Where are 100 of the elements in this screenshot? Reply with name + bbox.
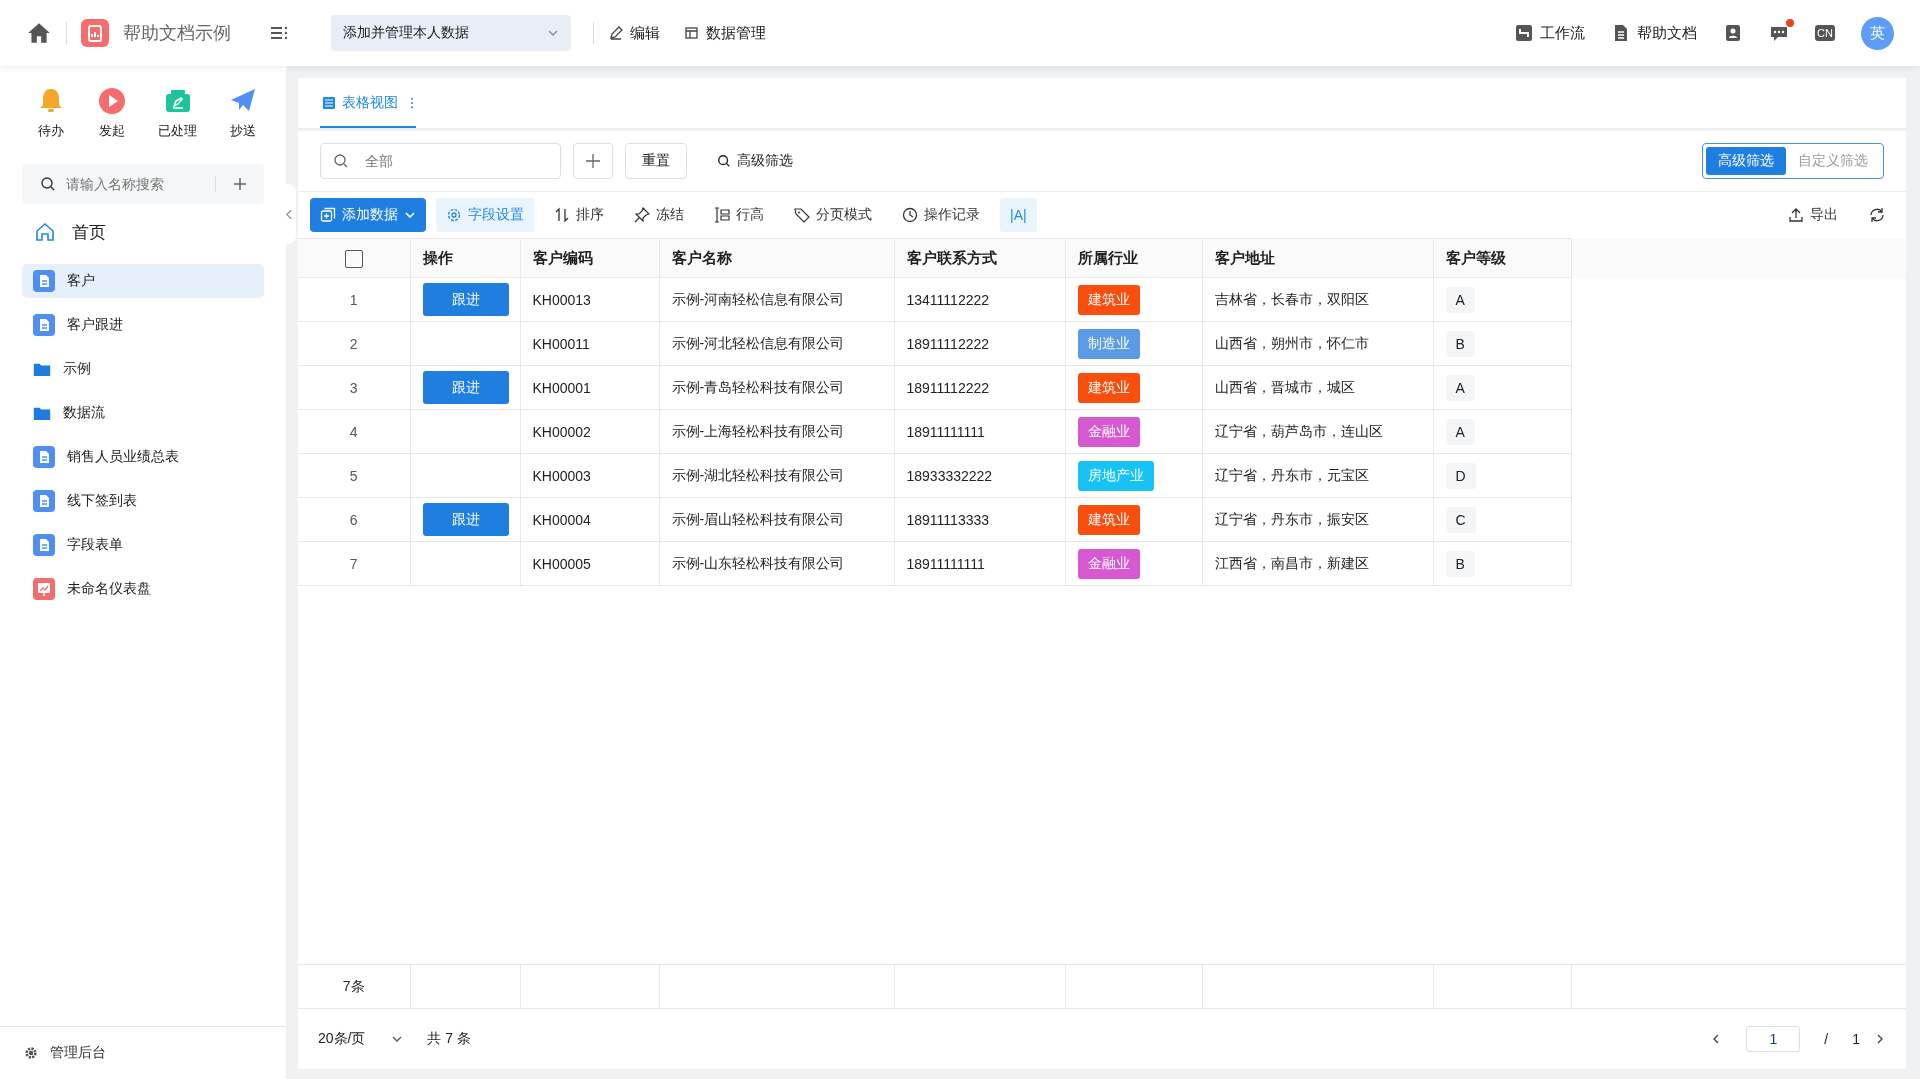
row-number: 5 [349,467,358,484]
table-cell: 示例-上海轻松科技有限公司 [671,422,845,439]
filter-mode-option[interactable]: 高级筛选 [1706,147,1786,175]
toolbar-button[interactable]: 操作记录 [892,198,990,232]
nav-item[interactable]: 线下签到表 [22,484,264,518]
table-cell: 示例-山东轻松科技有限公司 [671,554,845,571]
export-button[interactable]: 导出 [1778,198,1848,232]
search-box[interactable]: 全部 [320,143,561,179]
follow-up-button[interactable]: 跟进 [422,283,509,316]
clock-icon [902,207,918,223]
table-cell: 18933332222 [906,467,993,484]
nav-item[interactable]: 客户跟进 [22,308,264,342]
grade-tag: A [1445,374,1475,401]
add-filter-button[interactable] [573,143,613,179]
row-number: 7 [349,555,358,572]
quick-action[interactable]: 已处理 [158,86,197,140]
table-cell: 山西省，晋城市，城区 [1214,378,1355,395]
view-tab[interactable]: 表格视图 [320,80,416,128]
row-number: 3 [349,379,358,396]
play-icon [97,86,127,116]
total-count: 共 7 条 [427,1030,472,1048]
industry-tag: 建筑业 [1077,372,1140,403]
workflow-link[interactable]: 工作流 [1514,23,1586,43]
page-input[interactable]: 1 [1746,1026,1801,1052]
industry-tag: 建筑业 [1077,284,1140,315]
table-cell: KH00011 [532,335,590,352]
search-input[interactable]: 请输入名称搜索 [64,175,207,193]
workflow-icon [1514,23,1535,43]
nav-item[interactable]: 示例 [22,352,264,386]
follow-up-button[interactable]: 跟进 [422,371,509,404]
follow-up-button[interactable]: 跟进 [422,503,509,536]
search-icon [717,154,731,168]
document-icon [33,314,55,336]
row-number: 6 [349,511,358,528]
document-icon [33,490,55,512]
table-cell: 18911112222 [906,335,990,352]
add-data-button[interactable]: 添加数据 [310,198,426,232]
quick-action[interactable]: 抄送 [228,86,258,140]
table-cell: KH00004 [532,511,591,528]
language-button[interactable]: CN [1815,25,1835,41]
nav-item[interactable]: 未命名仪表盘 [22,572,264,606]
app-logo-icon [81,19,109,47]
nav-item[interactable]: 数据流 [22,396,264,430]
chevron-down-icon [404,209,416,221]
table-cell: 辽宁省，丹东市，振安区 [1214,510,1369,527]
pencil-icon [608,25,624,41]
chart-screen-icon [33,578,55,600]
select-all-checkbox[interactable] [344,249,363,268]
table-cell: KH00001 [532,379,591,396]
add-icon[interactable] [232,176,248,192]
home-nav-item[interactable]: 首页 [22,210,264,254]
table-cell: KH00002 [532,423,591,440]
column-header: 客户等级 [1445,248,1506,266]
quick-action[interactable]: 发起 [97,86,127,140]
admin-link[interactable]: 管理后台 [24,1044,106,1062]
more-icon [410,97,414,109]
column-header: 操作 [422,248,453,266]
view-dropdown[interactable]: 添加并管理本人数据 [331,15,571,51]
nav-item[interactable]: 客户 [22,264,264,298]
table-cell: 18911111111 [906,423,985,440]
grade-tag: A [1445,418,1475,445]
page-separator: / [1824,1031,1829,1047]
table-cell: KH00013 [532,291,591,308]
table-icon [684,25,700,41]
table-cell: 示例-河南轻松信息有限公司 [671,290,845,307]
industry-tag: 金融业 [1077,416,1140,447]
toolbar-button[interactable]: 排序 [544,198,614,232]
table-cell: 18911111111 [906,555,985,572]
toolbar-button[interactable]: 分页模式 [784,198,882,232]
nav-item[interactable]: 销售人员业绩总表 [22,440,264,474]
gear-icon [446,207,462,223]
reset-button[interactable]: 重置 [625,143,687,179]
column-header: 客户联系方式 [906,248,997,266]
document-icon [33,446,55,468]
table-cell: 辽宁省，丹东市，元宝区 [1214,466,1369,483]
industry-tag: 房地产业 [1077,460,1154,491]
edit-button[interactable]: 编辑 [608,23,660,43]
tag-icon [794,207,810,223]
quick-action[interactable]: 待办 [36,86,66,140]
settings-icon [24,1046,38,1060]
page-size-dropdown[interactable]: 20条/页 [318,1030,404,1048]
grade-tag: B [1445,330,1475,357]
help-docs-link[interactable]: 帮助文档 [1611,23,1698,43]
table-cell: 山西省，朔州市，怀仁市 [1214,334,1369,351]
chevron-left-icon [285,208,293,220]
toolbar-button[interactable]: 行高 [704,198,774,232]
table-cell: 18911113333 [906,511,990,528]
search-icon [333,153,349,169]
refresh-icon [1868,206,1886,224]
table-cell: KH00003 [532,467,591,484]
table-cell: 吉林省，长春市，双阳区 [1214,290,1369,307]
row-number: 2 [349,335,358,352]
toolbar-button[interactable]: 冻结 [624,198,694,232]
nav-item[interactable]: 字段表单 [22,528,264,562]
list-icon [322,96,336,110]
row-number: 4 [349,423,358,440]
data-manage-button[interactable]: 数据管理 [684,23,766,43]
search-input[interactable]: 全部 [363,152,548,170]
search-box[interactable]: 请输入名称搜索 [22,164,264,204]
advanced-filter-button[interactable]: 高级筛选 [717,152,793,170]
